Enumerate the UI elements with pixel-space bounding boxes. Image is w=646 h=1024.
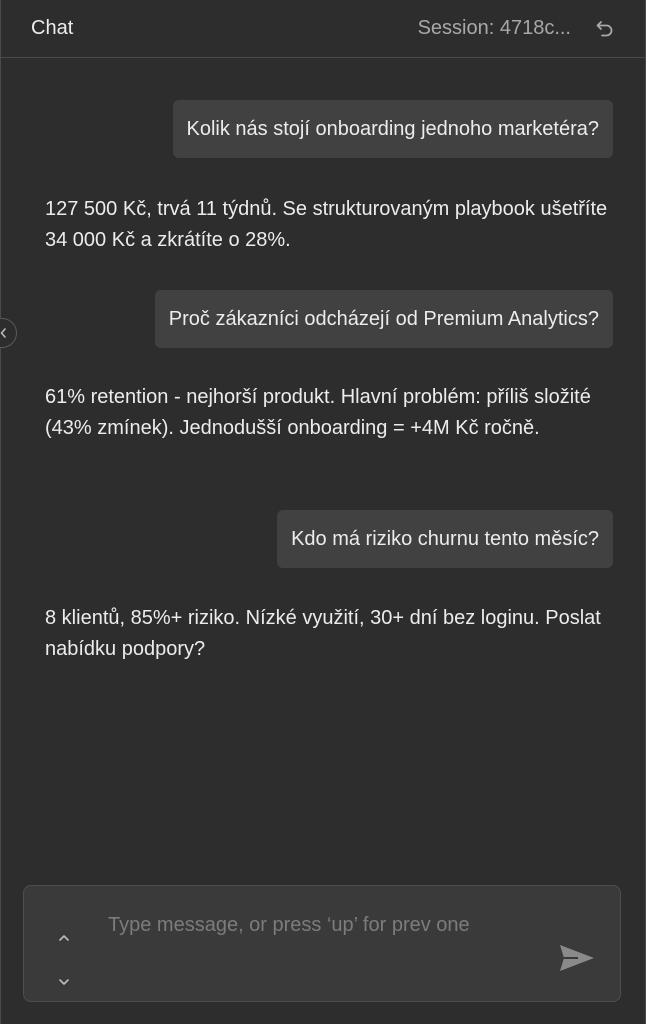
send-button[interactable] <box>556 940 598 976</box>
message-input[interactable] <box>108 908 528 988</box>
chevron-up-icon[interactable] <box>58 934 70 942</box>
chat-panel: Chat Session: 4718c... Kolik nás stojí o… <box>0 0 646 1024</box>
chevron-down-icon[interactable] <box>58 978 70 986</box>
message-list: Kolik nás stojí onboarding jednoho marke… <box>1 58 645 878</box>
assistant-message: 8 klientů, 85%+ riziko. Nízké využití, 3… <box>45 607 601 660</box>
user-message: Kolik nás stojí onboarding jednoho marke… <box>172 100 613 158</box>
user-message: Kdo má riziko churnu tento měsíc? <box>277 510 613 568</box>
chat-header: Chat Session: 4718c... <box>1 0 645 58</box>
session-id[interactable]: Session: 4718c... <box>418 17 571 40</box>
history-toggle[interactable] <box>54 934 74 986</box>
user-message: Proč zákazníci odcházejí od Premium Anal… <box>154 290 613 348</box>
assistant-message: 61% retention - nejhorší produkt. Hlavní… <box>45 386 591 439</box>
message-composer <box>23 885 621 1002</box>
send-icon <box>558 943 596 973</box>
chat-title: Chat <box>31 17 74 39</box>
assistant-message: 127 500 Kč, trvá 11 týdnů. Se strukturov… <box>45 198 608 251</box>
undo-icon[interactable] <box>595 19 615 39</box>
